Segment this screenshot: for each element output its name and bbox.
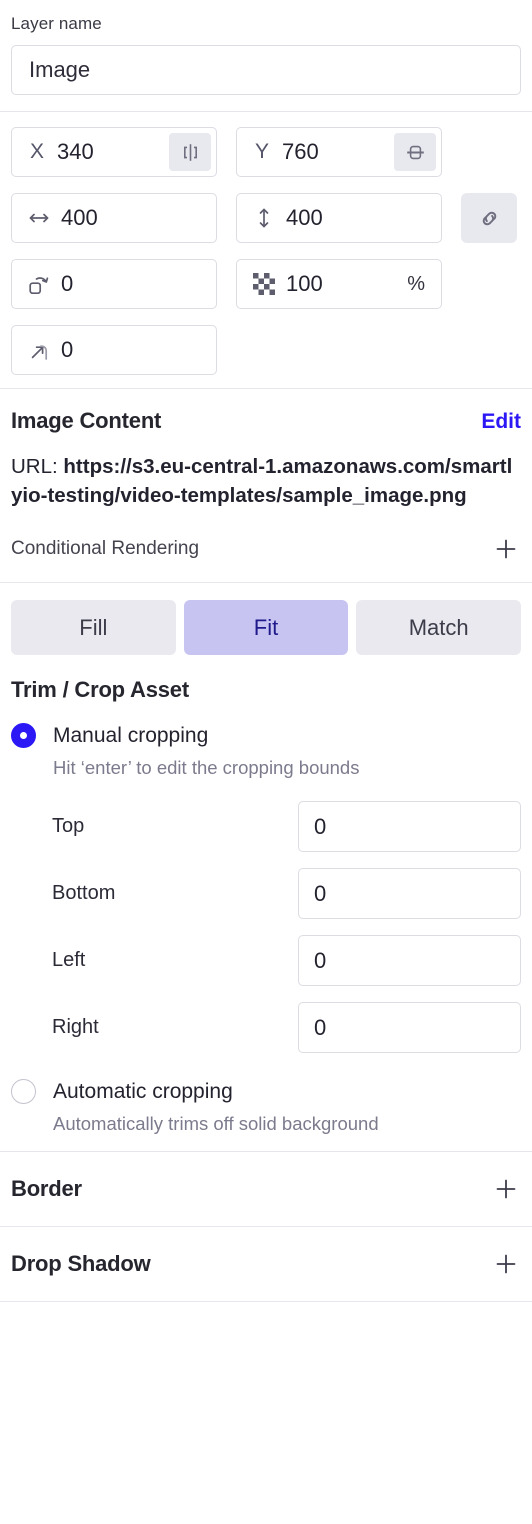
fit-mode-option-fit[interactable]: Fit — [183, 600, 349, 655]
divider — [0, 1301, 532, 1302]
plus-icon[interactable] — [491, 1174, 521, 1204]
crop-right-field[interactable]: % — [298, 1002, 521, 1053]
automatic-cropping-label: Automatic cropping — [53, 1079, 233, 1103]
geometry-section: X 340 Y 760 400 400 0 100 % 0 — [0, 112, 532, 388]
border-section-title: Border — [11, 1176, 82, 1201]
opacity-value: 100 — [286, 271, 323, 296]
fit-mode-segmented-control: Fill Fit Match — [0, 583, 532, 669]
y-position-field[interactable]: Y 760 — [236, 127, 442, 177]
image-content-section: Image Content Edit URL: https://s3.eu-ce… — [0, 389, 532, 582]
image-content-header: Image Content Edit — [11, 408, 521, 434]
manual-cropping-help-text: Hit ‘enter’ to edit the cropping bounds — [53, 757, 360, 778]
border-section-row[interactable]: Border — [0, 1152, 532, 1226]
drop-shadow-section-title: Drop Shadow — [11, 1251, 151, 1276]
size-row: 400 400 — [11, 193, 521, 243]
rotate-icon — [26, 271, 52, 297]
automatic-cropping-radio[interactable] — [11, 1079, 36, 1104]
manual-cropping-option[interactable]: Manual cropping — [11, 723, 521, 748]
fit-mode-option-fill[interactable]: Fill — [11, 600, 176, 655]
corner-radius-value: 0 — [61, 337, 74, 362]
height-field[interactable]: 400 — [236, 193, 442, 243]
drop-shadow-section-row[interactable]: Drop Shadow — [0, 1227, 532, 1301]
crop-bottom-input[interactable] — [299, 869, 520, 918]
crop-bound-row: Right % — [11, 1002, 521, 1053]
width-field[interactable]: 400 — [11, 193, 217, 243]
fit-mode-option-match[interactable]: Match — [356, 600, 522, 655]
opacity-unit: % — [407, 272, 425, 295]
crop-top-input[interactable] — [299, 802, 520, 851]
crop-bound-row: Top % — [11, 801, 521, 852]
conditional-rendering-row[interactable]: Conditional Rendering — [11, 512, 521, 568]
crop-left-input[interactable] — [299, 936, 520, 985]
image-url-value: https://s3.eu-central-1.amazonaws.com/sm… — [11, 455, 513, 507]
crop-right-label: Right — [52, 1016, 99, 1038]
corner-radius-field[interactable]: 0 — [11, 325, 217, 375]
align-horizontal-center-icon[interactable] — [169, 133, 211, 171]
automatic-cropping-help-text: Automatically trims off solid background — [53, 1113, 379, 1134]
height-arrow-icon — [251, 205, 277, 231]
image-url-text: URL: https://s3.eu-central-1.amazonaws.c… — [11, 452, 521, 510]
image-content-title: Image Content — [11, 408, 162, 433]
layer-name-section: Layer name — [0, 0, 532, 111]
trim-crop-title: Trim / Crop Asset — [11, 677, 189, 702]
automatic-cropping-block: Automatic cropping Automatically trims o… — [11, 1079, 521, 1135]
rotation-value: 0 — [61, 271, 74, 296]
conditional-rendering-label: Conditional Rendering — [11, 538, 200, 559]
crop-top-field[interactable]: % — [298, 801, 521, 852]
crop-bounds-list: Top % Bottom % Left % — [11, 801, 521, 1053]
crop-bound-row: Left % — [11, 935, 521, 986]
plus-icon[interactable] — [491, 1249, 521, 1279]
manual-cropping-radio[interactable] — [11, 723, 36, 748]
rotation-opacity-row: 0 100 % — [11, 259, 521, 309]
width-value: 400 — [61, 205, 98, 230]
layer-name-input[interactable] — [11, 45, 521, 95]
crop-left-field[interactable]: % — [298, 935, 521, 986]
crop-bottom-label: Bottom — [52, 882, 116, 904]
crop-left-label: Left — [52, 949, 86, 971]
crop-bound-row: Bottom % — [11, 868, 521, 919]
plus-icon[interactable] — [491, 534, 521, 564]
align-vertical-center-icon[interactable] — [394, 133, 436, 171]
x-axis-label: X — [29, 140, 44, 163]
x-position-value: 340 — [57, 139, 94, 164]
automatic-cropping-option[interactable]: Automatic cropping — [11, 1079, 521, 1104]
corner-radius-icon — [26, 337, 52, 363]
crop-right-input[interactable] — [299, 1003, 520, 1052]
y-axis-label: Y — [254, 140, 269, 163]
opacity-field[interactable]: 100 % — [236, 259, 442, 309]
corner-radius-row: 0 — [11, 325, 521, 375]
image-url-prefix: URL: — [11, 455, 64, 478]
crop-top-label: Top — [52, 815, 85, 837]
manual-cropping-label: Manual cropping — [53, 723, 209, 747]
trim-crop-section: Trim / Crop Asset Manual cropping Hit ‘e… — [0, 669, 532, 1151]
link-chain-icon[interactable] — [461, 193, 517, 243]
crop-bottom-field[interactable]: % — [298, 868, 521, 919]
layer-name-label: Layer name — [11, 14, 102, 33]
position-row: X 340 Y 760 — [11, 127, 521, 177]
rotation-field[interactable]: 0 — [11, 259, 217, 309]
image-layer-properties-panel: Layer name X 340 Y 760 — [0, 0, 532, 1302]
y-position-value: 760 — [282, 139, 319, 164]
width-arrow-icon — [26, 205, 52, 231]
opacity-checkerboard-icon — [251, 271, 277, 297]
height-value: 400 — [286, 205, 323, 230]
x-position-field[interactable]: X 340 — [11, 127, 217, 177]
edit-image-content-button[interactable]: Edit — [481, 410, 521, 434]
